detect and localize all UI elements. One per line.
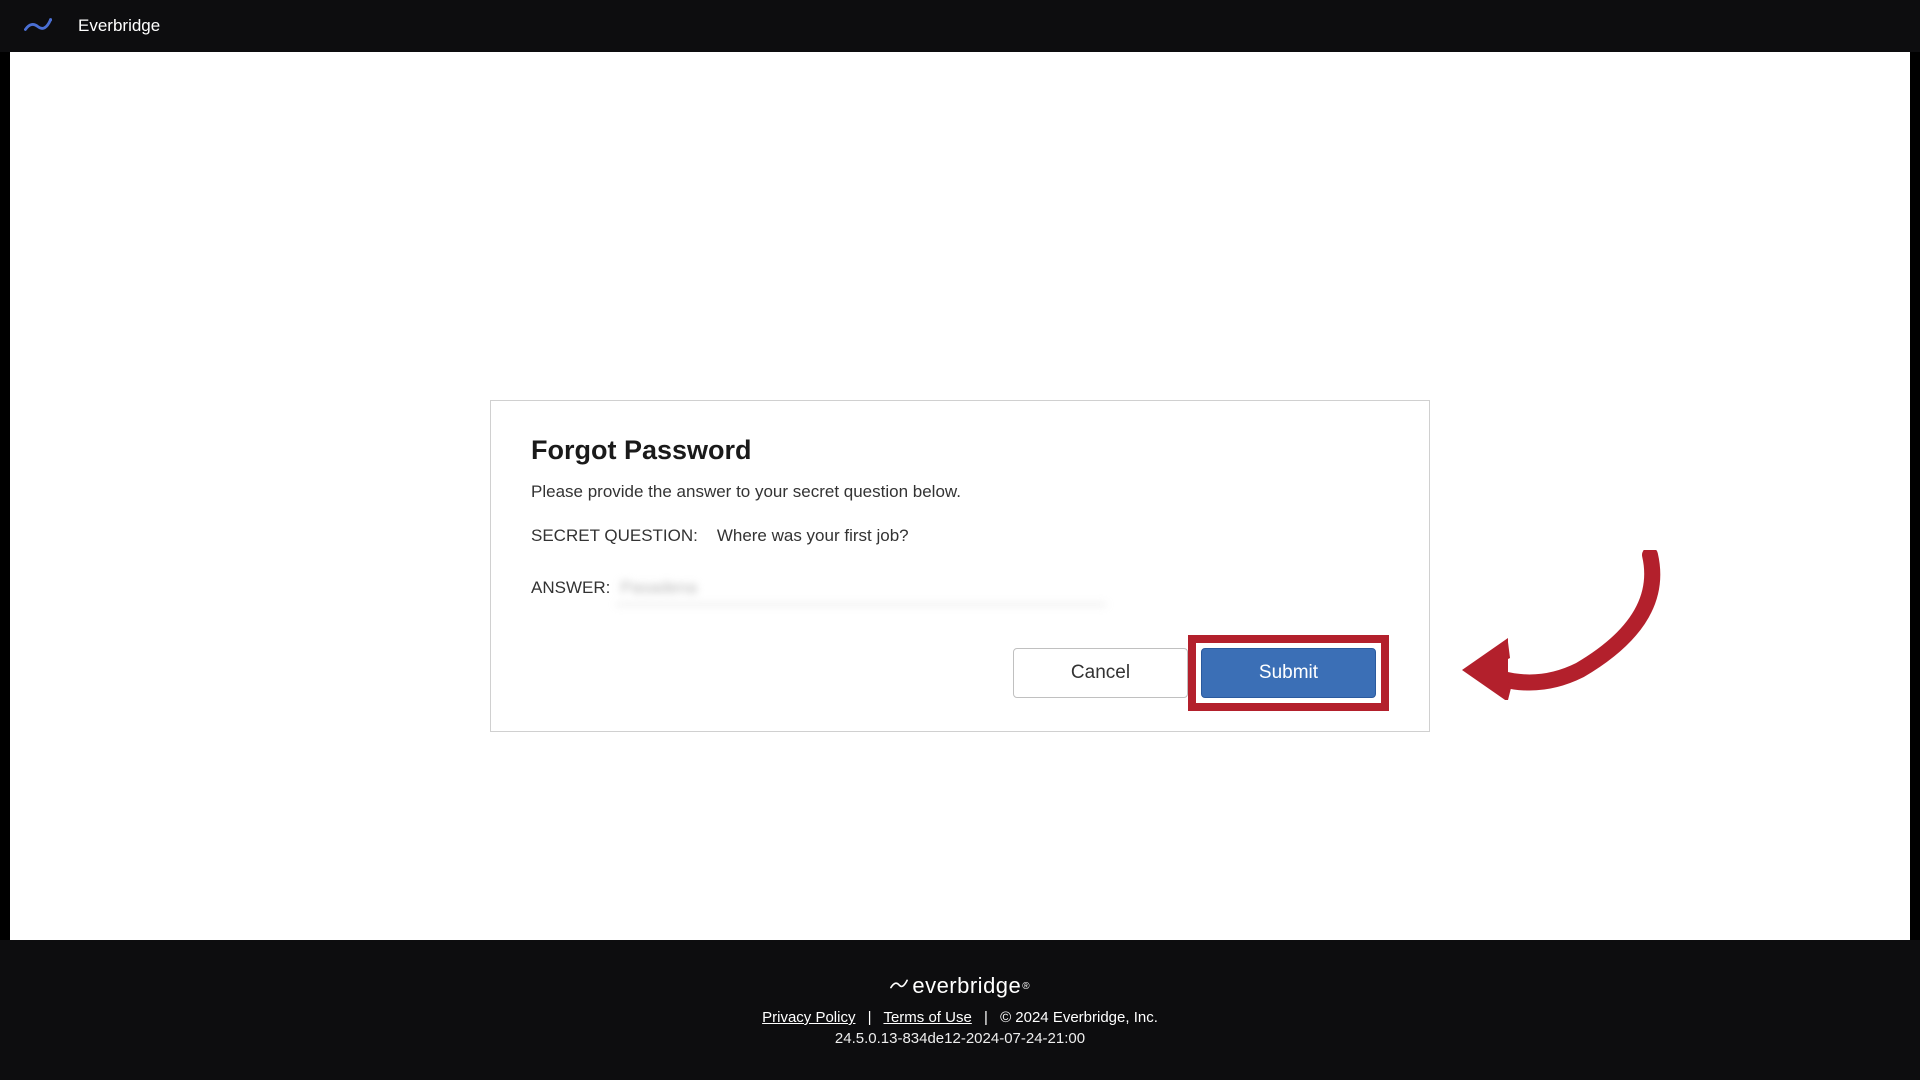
secret-question-row: SECRET QUESTION: Where was your first jo… — [531, 526, 1389, 546]
forgot-password-card: Forgot Password Please provide the answe… — [490, 400, 1430, 732]
arrow-annotation-icon — [1460, 550, 1670, 700]
answer-input[interactable] — [616, 576, 1106, 605]
copyright-text: © 2024 Everbridge, Inc. — [1000, 1009, 1158, 1026]
submit-button[interactable]: Submit — [1201, 648, 1376, 698]
answer-label: ANSWER: — [531, 578, 610, 598]
highlight-annotation: Submit — [1188, 635, 1389, 711]
button-row: Cancel Submit — [531, 635, 1389, 711]
separator: | — [868, 1009, 872, 1026]
terms-of-use-link[interactable]: Terms of Use — [883, 1009, 971, 1026]
answer-row: ANSWER: — [531, 576, 1389, 605]
footer-logo: everbridge ® — [890, 973, 1029, 999]
privacy-policy-link[interactable]: Privacy Policy — [762, 1009, 855, 1026]
footer-brand-text: everbridge — [912, 973, 1021, 999]
app-footer: everbridge ® Privacy Policy | Terms of U… — [0, 940, 1920, 1080]
card-title: Forgot Password — [531, 435, 1389, 466]
version-text: 24.5.0.13-834de12-2024-07-24-21:00 — [835, 1030, 1085, 1047]
trademark-symbol: ® — [1022, 981, 1029, 992]
cancel-button[interactable]: Cancel — [1013, 648, 1188, 698]
content-area: Forgot Password Please provide the answe… — [10, 52, 1910, 940]
secret-question-text: Where was your first job? — [717, 526, 909, 545]
separator: | — [984, 1009, 988, 1026]
everbridge-logo-icon — [24, 14, 52, 38]
card-subtitle: Please provide the answer to your secret… — [531, 482, 1389, 502]
secret-question-label: SECRET QUESTION: — [531, 526, 698, 545]
footer-links: Privacy Policy | Terms of Use | © 2024 E… — [762, 1009, 1158, 1026]
app-title: Everbridge — [78, 16, 160, 36]
app-header: Everbridge — [0, 0, 1920, 52]
everbridge-swoosh-icon — [890, 977, 908, 996]
